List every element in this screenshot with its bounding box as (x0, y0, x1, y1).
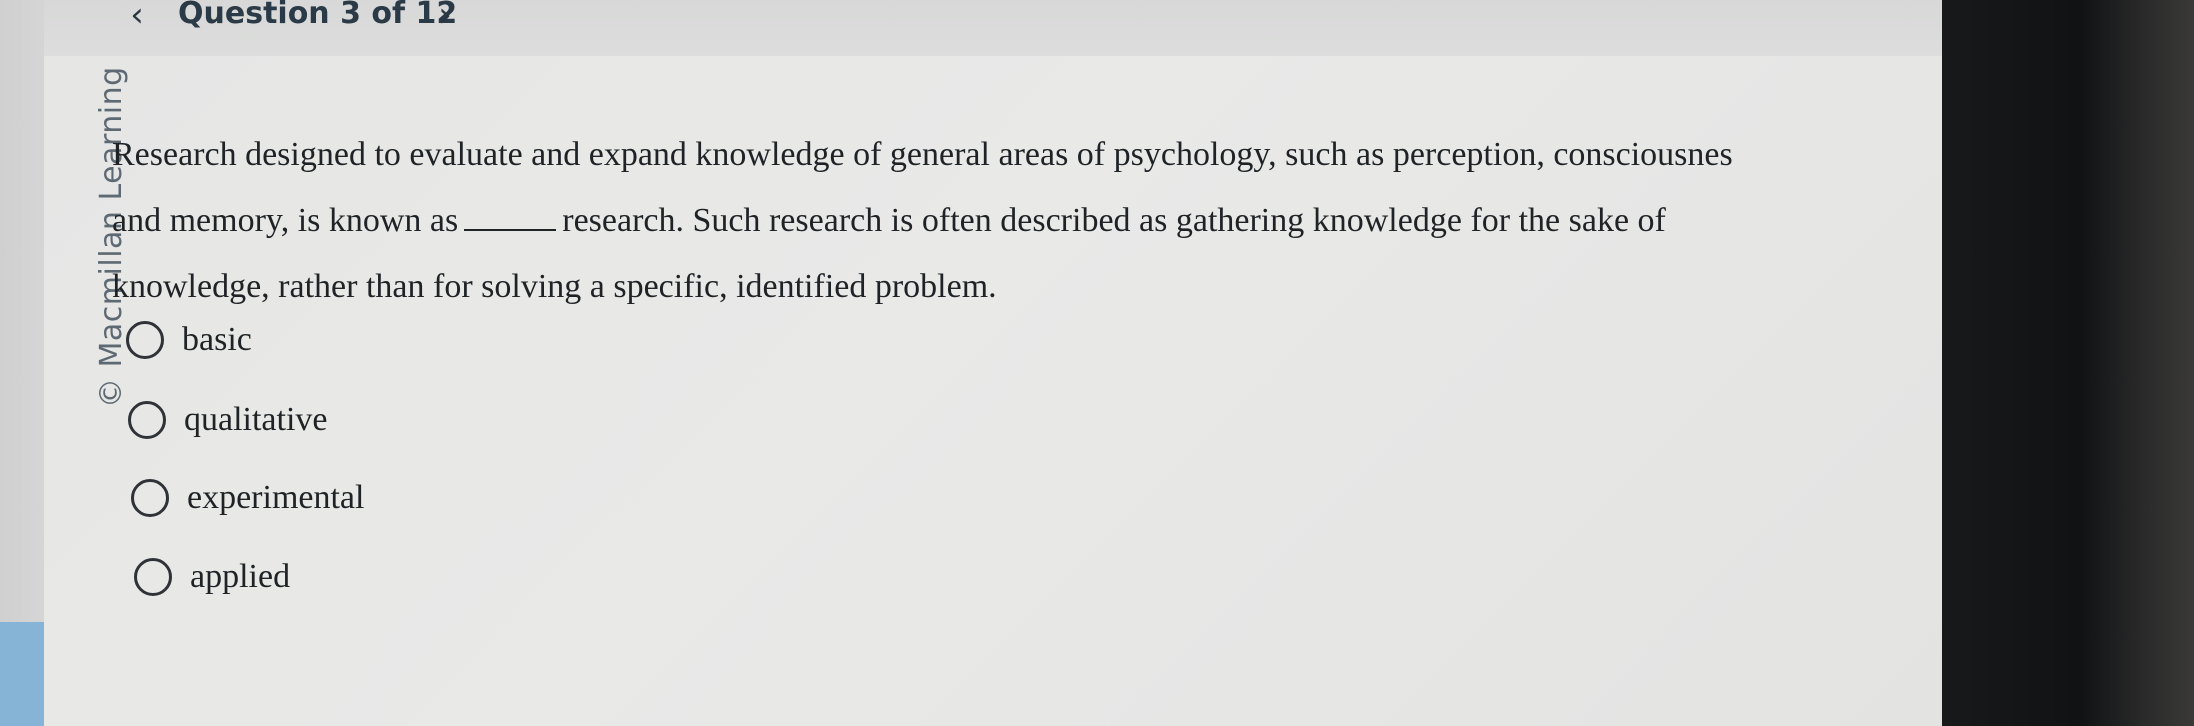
question-line-3: knowledge, rather than for solving a spe… (112, 268, 997, 305)
option-label: qualitative (184, 401, 328, 438)
question-nav-bar: ‹ Question 3 of 12 › (44, 0, 1944, 57)
question-line-2: and memory, is known as research. Such re… (112, 188, 1940, 254)
radio-button[interactable] (128, 401, 166, 439)
question-counter: Question 3 of 12 (178, 0, 458, 31)
question-line-1: Research designed to evaluate and expand… (112, 136, 1733, 173)
option-label: experimental (187, 479, 365, 516)
radio-button[interactable] (134, 558, 172, 596)
chevron-left-icon[interactable]: ‹ (122, 0, 152, 34)
radio-button[interactable] (131, 479, 169, 517)
option-basic[interactable]: basic (126, 321, 252, 359)
option-qualitative[interactable]: qualitative (128, 401, 328, 439)
chevron-right-icon[interactable]: › (430, 0, 460, 34)
radio-button[interactable] (126, 321, 164, 359)
option-experimental[interactable]: experimental (131, 479, 364, 517)
question-line-2-start: and memory, is known as (112, 202, 459, 239)
monitor-bezel (1942, 0, 2194, 726)
question-text: Research designed to evaluate and expand… (112, 122, 1940, 320)
option-label: applied (190, 558, 291, 595)
question-line-2-end: research. Such research is often describ… (562, 202, 1666, 239)
answer-blank (464, 205, 557, 231)
option-applied[interactable]: applied (134, 558, 290, 596)
option-label: basic (182, 321, 252, 358)
